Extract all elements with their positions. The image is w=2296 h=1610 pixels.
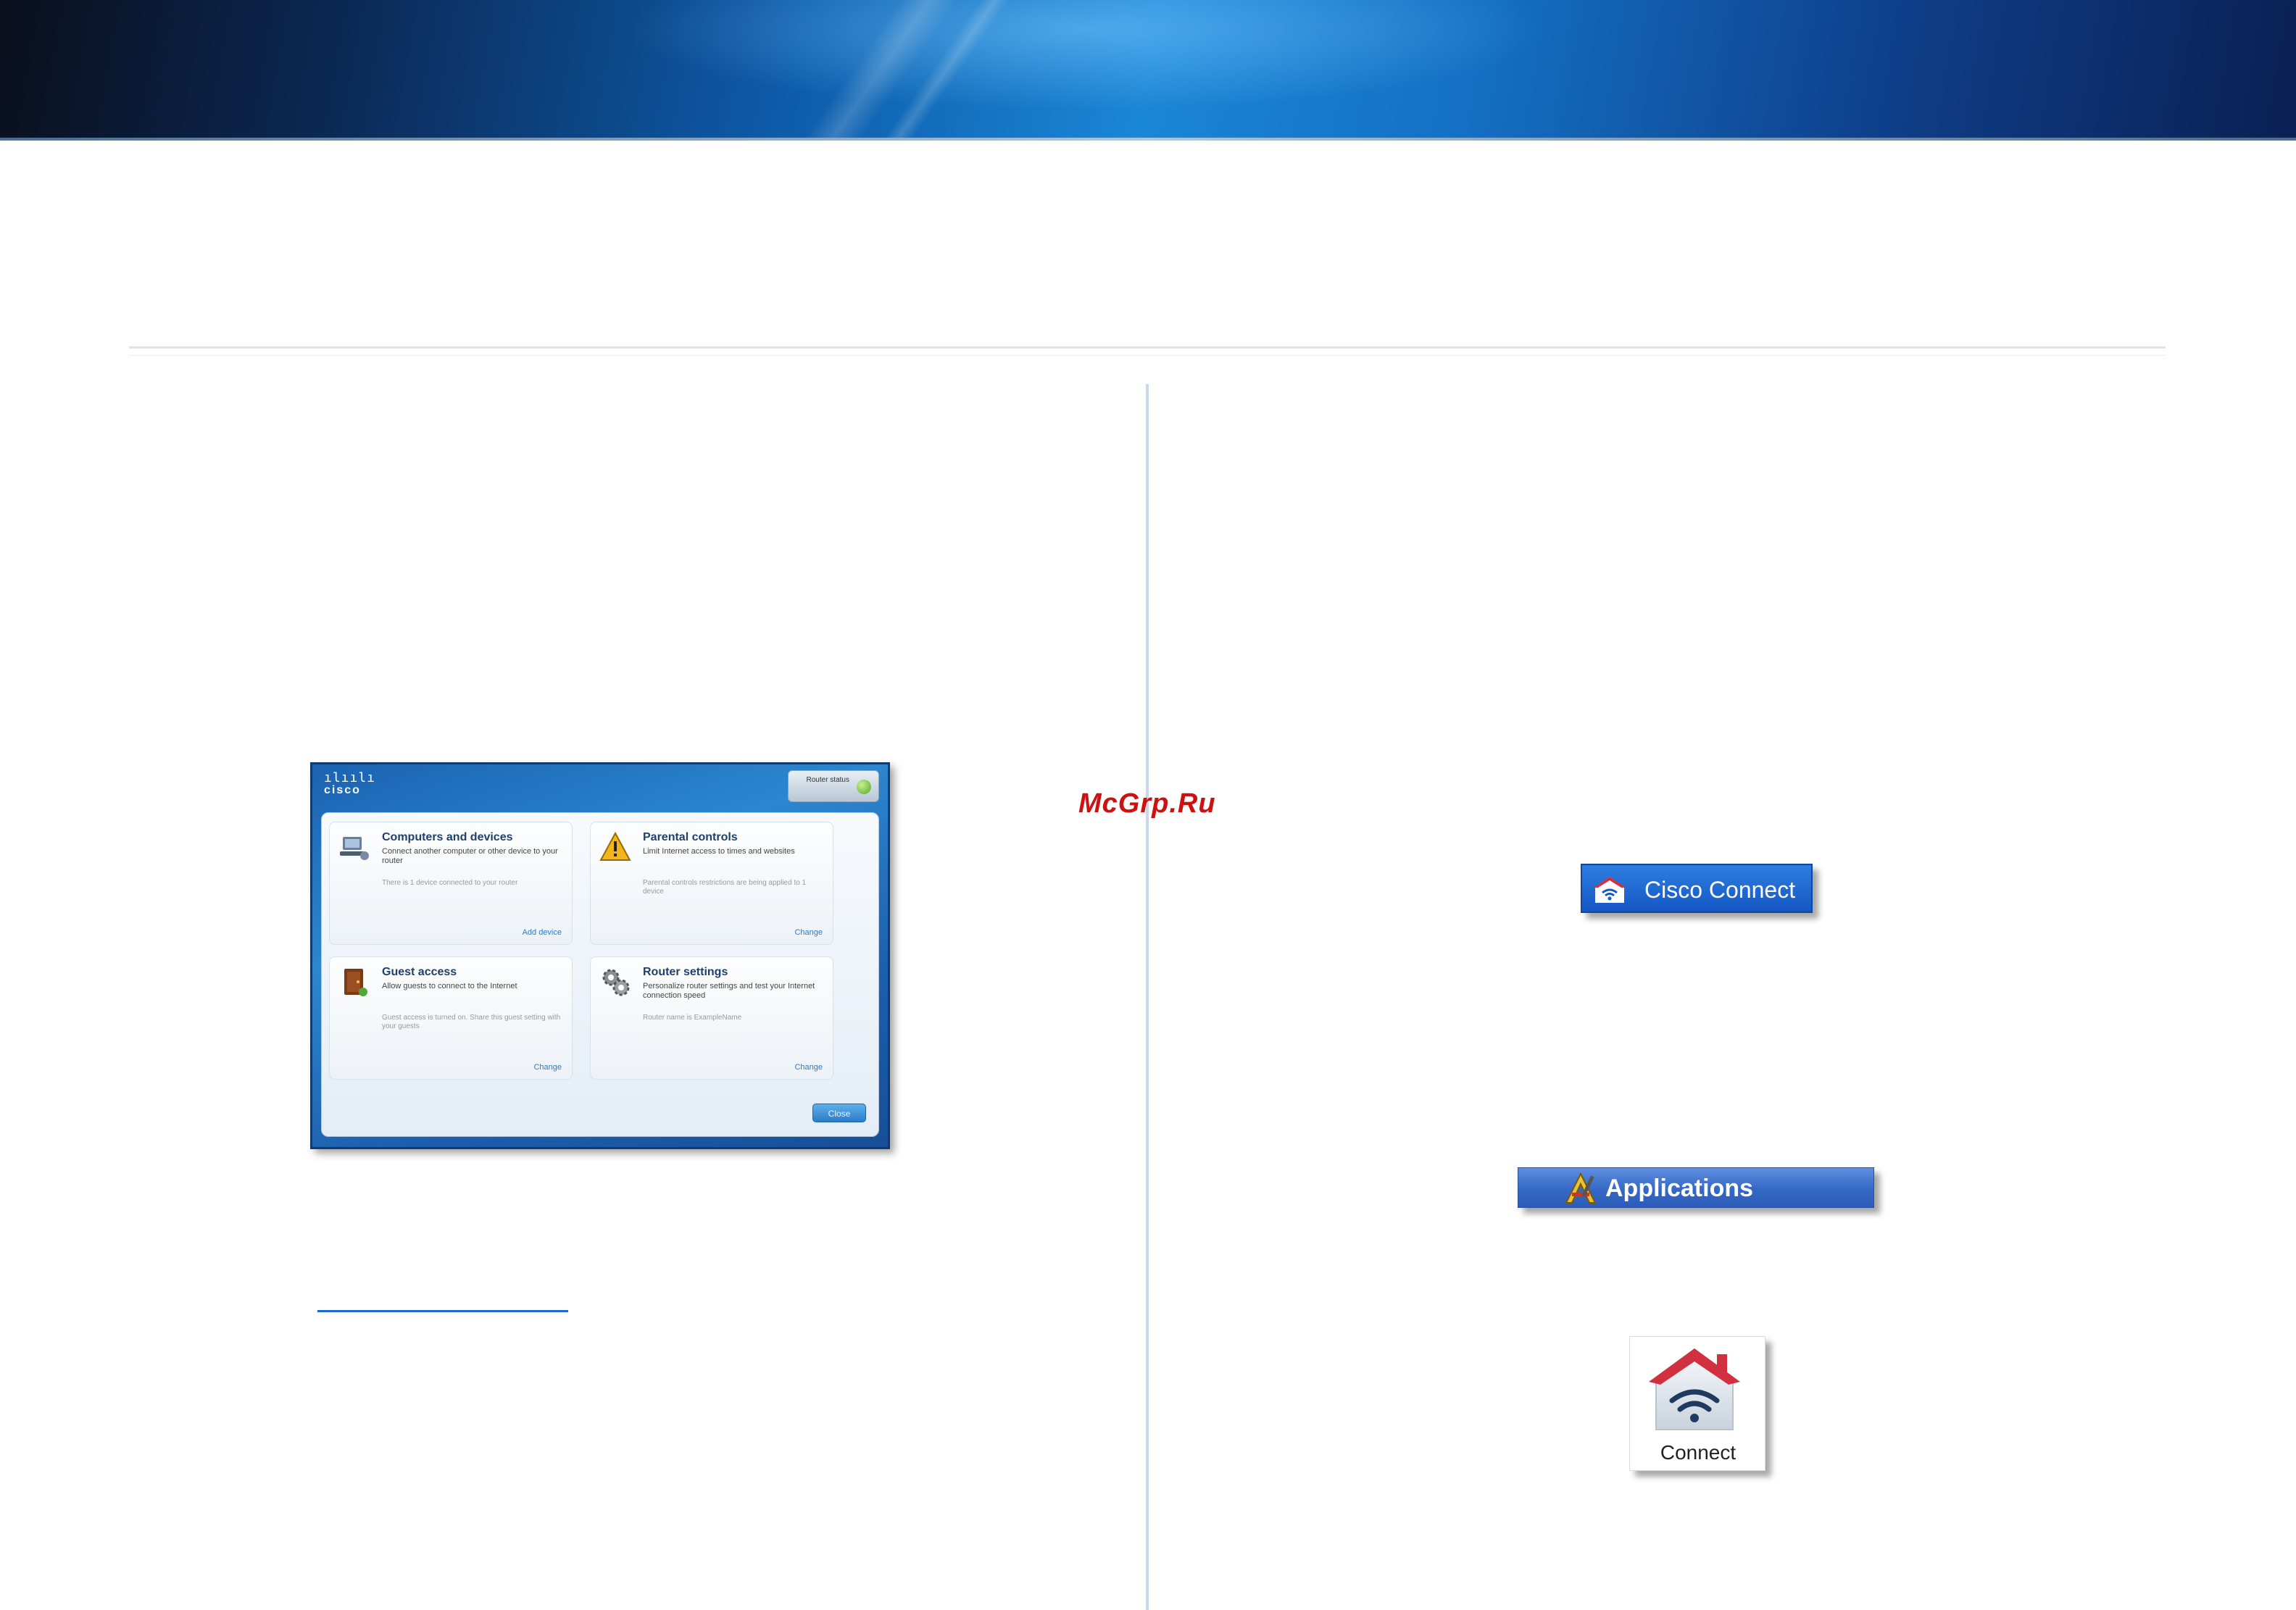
cisco-connect-window: ılıılı cisco Router status Computers and… (310, 762, 890, 1149)
router-status-label: Router status (806, 776, 849, 784)
column-divider (1146, 384, 1149, 1610)
cisco-logo-word: cisco (324, 784, 361, 796)
hyperlink-underline[interactable] (317, 1310, 568, 1312)
change-link[interactable]: Change (794, 928, 823, 937)
tile-description: Limit Internet access to times and websi… (643, 847, 795, 856)
connect-app-icon[interactable]: Connect (1629, 1336, 1765, 1471)
connect-label: Connect (1660, 1441, 1736, 1464)
tile-description: Personalize router settings and test you… (643, 982, 815, 1000)
applications-folder-bar[interactable]: Applications (1518, 1167, 1874, 1208)
router-status-badge[interactable]: Router status (788, 770, 879, 802)
change-link[interactable]: Change (794, 1063, 823, 1072)
applications-label: Applications (1605, 1175, 1754, 1202)
add-device-link[interactable]: Add device (523, 928, 562, 937)
door-icon (338, 966, 370, 998)
tile-status: Router name is ExampleName (643, 1014, 742, 1022)
section-divider-shadow (129, 355, 2166, 356)
cisco-connect-label: Cisco Connect (1644, 877, 1796, 903)
tile-title: Parental controls (643, 831, 738, 843)
status-ok-icon (857, 780, 871, 794)
change-link[interactable]: Change (533, 1063, 562, 1072)
close-button[interactable]: Close (812, 1104, 866, 1122)
cisco-logo-bars: ılıılı (324, 770, 376, 785)
tile-parental-controls[interactable]: Parental controls Limit Internet access … (590, 822, 833, 945)
cisco-connect-button[interactable]: Cisco Connect (1581, 864, 1813, 913)
tile-computers-and-devices[interactable]: Computers and devices Connect another co… (329, 822, 573, 945)
tile-status: There is 1 device connected to your rout… (382, 879, 518, 887)
computer-icon (338, 831, 370, 863)
tile-description: Allow guests to connect to the Internet (382, 982, 517, 990)
section-divider (129, 346, 2166, 349)
house-wifi-icon (1647, 1347, 1742, 1432)
tile-description: Connect another computer or other device… (382, 847, 558, 865)
applications-icon (1562, 1171, 1600, 1206)
tile-status: Guest access is turned on. Share this gu… (382, 1014, 561, 1030)
main-menu-panel: Computers and devices Connect another co… (321, 812, 879, 1137)
watermark: McGrp.Ru (1078, 788, 1216, 819)
header-banner (0, 0, 2296, 141)
banner-edge (0, 138, 2296, 141)
warning-icon (599, 831, 631, 863)
tile-guest-access[interactable]: Guest access Allow guests to connect to … (329, 956, 573, 1080)
home-wifi-icon (1594, 875, 1626, 904)
tile-title: Guest access (382, 966, 457, 978)
tile-title: Router settings (643, 966, 728, 978)
cisco-logo: ılıılı cisco (324, 772, 375, 796)
tile-title: Computers and devices (382, 831, 513, 843)
tile-router-settings[interactable]: Router settings Personalize router setti… (590, 956, 833, 1080)
gears-icon (599, 966, 631, 998)
tile-status: Parental controls restrictions are being… (643, 879, 807, 896)
